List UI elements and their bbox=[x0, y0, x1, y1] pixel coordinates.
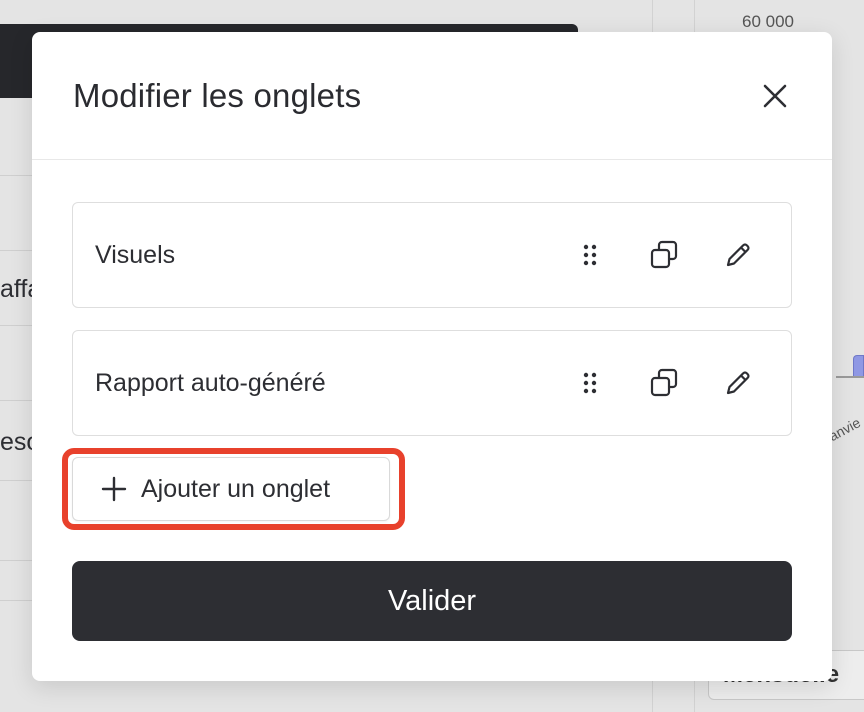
tab-list: Visuels Rapport auto-généré bbox=[72, 202, 792, 458]
tab-label: Rapport auto-généré bbox=[95, 368, 326, 397]
duplicate-icon bbox=[650, 368, 678, 397]
modal-title: Modifier les onglets bbox=[73, 76, 362, 114]
duplicate-tab-button[interactable] bbox=[647, 238, 681, 272]
chart-tick-label: 60 000 bbox=[742, 12, 794, 31]
chart-axis bbox=[836, 376, 864, 378]
add-tab-button[interactable]: Ajouter un onglet bbox=[72, 457, 390, 521]
drag-handle-button[interactable] bbox=[573, 238, 607, 272]
add-tab-label: Ajouter un onglet bbox=[141, 474, 331, 503]
edit-tab-button[interactable] bbox=[721, 366, 755, 400]
tab-label: Visuels bbox=[95, 240, 176, 269]
plus-icon bbox=[101, 476, 127, 502]
tab-actions bbox=[573, 366, 791, 400]
submit-label: Valider bbox=[387, 584, 477, 617]
edit-pencil-icon bbox=[726, 371, 750, 395]
tab-row: Rapport auto-généré bbox=[72, 330, 792, 436]
modal-header: Modifier les onglets bbox=[32, 32, 832, 160]
drag-handle-icon bbox=[583, 372, 597, 394]
close-icon bbox=[763, 84, 787, 107]
chart-bar bbox=[853, 355, 864, 376]
edit-tabs-modal: Modifier les onglets Visuels Rapport aut… bbox=[32, 32, 832, 681]
tab-row: Visuels bbox=[72, 202, 792, 308]
tab-actions bbox=[573, 238, 791, 272]
edit-pencil-icon bbox=[726, 243, 750, 267]
close-button[interactable] bbox=[758, 79, 792, 113]
edit-tab-button[interactable] bbox=[721, 238, 755, 272]
drag-handle-icon bbox=[583, 244, 597, 266]
submit-button[interactable]: Valider bbox=[72, 561, 792, 641]
drag-handle-button[interactable] bbox=[573, 366, 607, 400]
duplicate-tab-button[interactable] bbox=[647, 366, 681, 400]
duplicate-icon bbox=[650, 240, 678, 269]
